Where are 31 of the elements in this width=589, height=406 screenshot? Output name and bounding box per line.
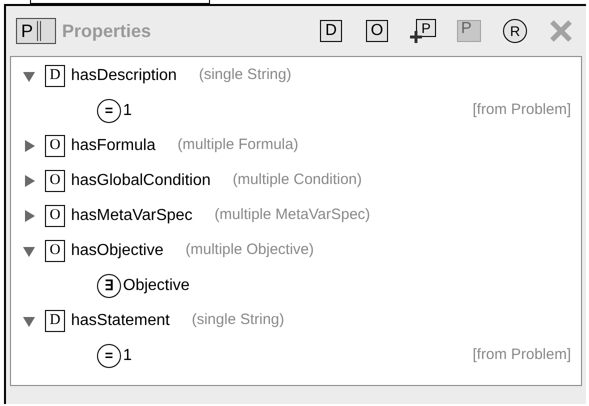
type-badge: O	[45, 134, 65, 156]
value-source: [from Problem]	[472, 100, 571, 120]
value-source: [from Problem]	[472, 345, 571, 366]
value-symbol: =	[97, 98, 121, 122]
property-range: (single String)	[192, 310, 284, 330]
type-badge: O	[45, 170, 65, 192]
property-name[interactable]: hasGlobalCondition	[71, 168, 211, 192]
property-range: (multiple Formula)	[177, 135, 298, 156]
type-badge: D	[45, 64, 65, 86]
property-value[interactable]: Objective	[123, 274, 190, 298]
value-symbol: ∃	[97, 274, 121, 298]
property-name[interactable]: hasObjective	[71, 238, 164, 262]
property-name[interactable]: hasMetaVarSpec	[71, 204, 193, 228]
property-range: (multiple MetaVarSpec)	[214, 205, 370, 226]
property-range: (multiple Condition)	[232, 170, 362, 190]
property-value[interactable]: 1	[123, 98, 132, 122]
type-badge: D	[45, 310, 65, 332]
panel-icon: P	[16, 18, 56, 44]
type-badge: O	[45, 204, 65, 226]
delete-icon	[549, 19, 573, 43]
panel-title: Properties	[62, 20, 152, 43]
type-badge: O	[45, 240, 65, 262]
property-range: (multiple Objective)	[186, 240, 314, 260]
value-symbol: =	[97, 344, 121, 368]
property-name[interactable]: hasStatement	[71, 308, 170, 332]
property-name[interactable]: hasDescription	[71, 64, 177, 88]
property-name[interactable]: hasFormula	[71, 134, 156, 158]
toolbar-button[interactable]: P	[408, 16, 438, 46]
property-range: (single String)	[198, 65, 292, 86]
plus-icon	[410, 31, 422, 43]
property-value[interactable]: 1	[123, 344, 132, 368]
